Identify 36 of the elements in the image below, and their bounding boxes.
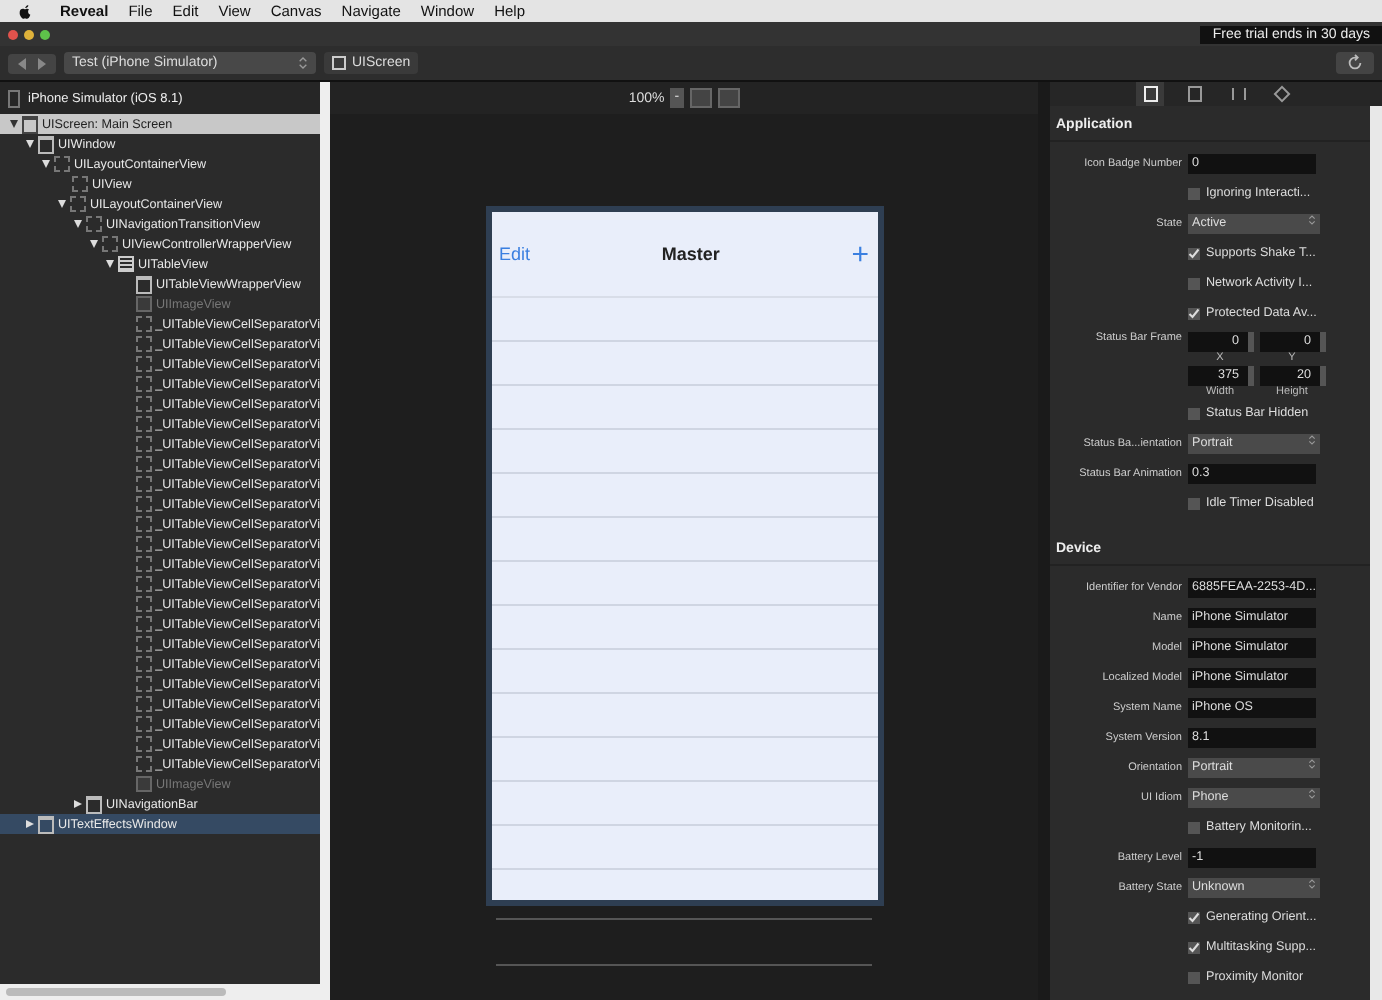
chevron-icon: [1308, 787, 1316, 799]
minimize-button[interactable]: [24, 29, 34, 39]
checkbox[interactable]: [1188, 497, 1200, 509]
checkbox[interactable]: [1188, 971, 1200, 983]
view-icon: [38, 815, 54, 833]
horizontal-scrollbar[interactable]: [0, 984, 320, 1000]
checkbox[interactable]: [1188, 407, 1200, 419]
refresh-icon: [1346, 54, 1364, 72]
chevron-icon: [298, 56, 308, 70]
zoom-button[interactable]: [40, 29, 50, 39]
split-view-icon[interactable]: [717, 88, 740, 108]
checkmark-icon: [1188, 911, 1200, 923]
checkbox[interactable]: [1188, 821, 1200, 833]
checkbox[interactable]: [1188, 941, 1200, 953]
chevron-icon: [1308, 433, 1316, 445]
close-button[interactable]: [8, 29, 18, 39]
inspector-tab[interactable]: [1136, 82, 1164, 106]
checkmark-icon: [1188, 307, 1200, 319]
checkbox[interactable]: [1188, 247, 1200, 259]
checkbox[interactable]: [1188, 911, 1200, 923]
checkbox[interactable]: [1188, 307, 1200, 319]
single-view-icon[interactable]: [689, 88, 712, 108]
chevron-icon: [1308, 213, 1316, 225]
vertical-scrollbar[interactable]: [320, 82, 330, 1000]
checkbox[interactable]: [1188, 277, 1200, 289]
checkmark-icon: [1188, 247, 1200, 259]
screen-title: Master: [661, 244, 720, 264]
apple-logo-icon[interactable]: [18, 3, 32, 19]
sidebar-toggle-icon[interactable]: [8, 89, 20, 107]
refresh-button[interactable]: [1336, 52, 1374, 74]
back-forward-buttons[interactable]: [8, 53, 56, 73]
disclosure-triangle-icon[interactable]: [10, 120, 18, 128]
checkmark-icon: [1188, 941, 1200, 953]
chevron-icon: [1308, 757, 1316, 769]
chevron-icon: [1308, 877, 1316, 889]
checkbox[interactable]: [1188, 187, 1200, 199]
